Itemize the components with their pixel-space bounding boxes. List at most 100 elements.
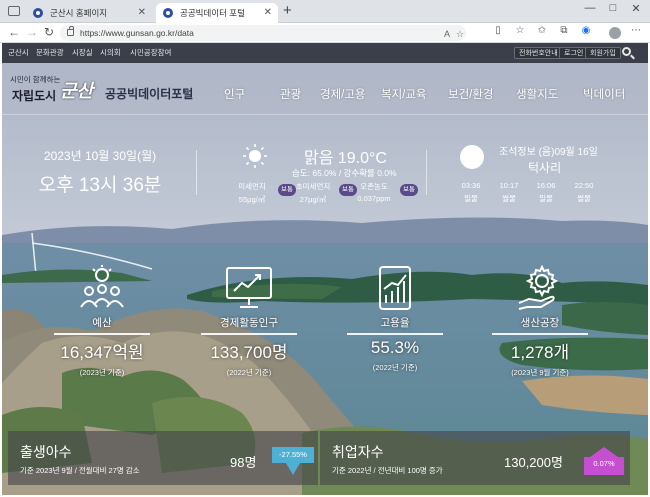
stat-note: (2022년 기준) <box>372 363 418 372</box>
tide-time: 16:06 <box>536 181 556 190</box>
browser-tab-portal[interactable]: 공공빅데이터 포털 ✕ <box>156 3 278 23</box>
gunsan-favicon-icon <box>33 8 43 18</box>
stat-employment-rate[interactable]: 고용율 55.3% (2022년 기준) <box>325 265 465 373</box>
browser-tab-homepage[interactable]: 군산시 홈페이지 ✕ <box>26 3 152 23</box>
stat-label: 고용율 <box>380 317 410 329</box>
aq-label: 초미세먼지 <box>295 182 331 191</box>
tide-entry: 03:36 밀물 <box>451 181 491 207</box>
gear-hand-icon <box>518 265 559 310</box>
air-quality-ozone: 오존농도 0.037ppm 보통 <box>346 181 418 203</box>
more-menu-icon[interactable]: ⋯ <box>628 25 644 36</box>
presentation-icon <box>226 267 272 308</box>
forward-icon[interactable]: → <box>24 25 40 39</box>
login-button[interactable]: 로그인 <box>559 47 589 59</box>
menu-item-economy[interactable]: 경제/고용 <box>320 86 366 102</box>
change-value: 0.07% <box>593 459 615 468</box>
collections-icon[interactable]: ☆ <box>512 25 528 36</box>
tide-type: 밀물 <box>539 194 553 203</box>
divider <box>196 150 197 195</box>
change-value: -27.55% <box>279 450 307 459</box>
tab-label: 공공빅데이터 포털 <box>180 8 245 18</box>
back-icon[interactable]: ← <box>6 25 22 39</box>
close-tab-icon[interactable]: ✕ <box>138 3 146 23</box>
divider <box>201 333 297 335</box>
aq-value: 0.037ppm <box>357 194 391 203</box>
panel-employed[interactable]: 취업자수 기준 2022년 / 전년대비 100명 증가 130,200명 0.… <box>320 431 630 485</box>
favorite-star-icon[interactable]: ☆ <box>456 26 464 42</box>
phone-directory-button[interactable]: 전화번호안내 <box>514 47 563 59</box>
panel-births[interactable]: 출생아수 기준 2023년 9월 / 전월대비 27명 감소 98명 -27.5… <box>8 431 318 485</box>
tide-entry: 16:06 밀물 <box>526 181 566 207</box>
panel-title: 출생아수 <box>20 444 72 460</box>
gunsan-logo[interactable]: 군산 <box>60 77 93 103</box>
people-idea-icon <box>80 265 124 308</box>
tide-entry: 22:50 썰물 <box>564 181 604 207</box>
profile-avatar[interactable] <box>609 27 621 39</box>
info-row: 2023년 10월 30일(월) 오후 13시 36분 맑음 19.0°C 습도… <box>2 115 648 215</box>
menu-item-tourism[interactable]: 관광 <box>280 86 301 102</box>
sun-icon <box>243 144 267 168</box>
tab-actions-icon[interactable] <box>8 6 20 16</box>
stat-label: 생산공장 <box>520 317 560 329</box>
signup-button[interactable]: 회원가입 <box>585 47 621 59</box>
weather-detail: 습도: 65.0% / 강수확률 0.0% <box>292 168 397 178</box>
logo-city: 자립도시 <box>12 89 57 103</box>
change-up-badge: 0.07% <box>584 447 624 475</box>
util-link-gunsan[interactable]: 군산시 <box>8 43 29 63</box>
extensions-icon[interactable]: ⧉ <box>556 25 572 36</box>
aq-status-badge: 보통 <box>400 184 418 196</box>
menu-item-bigdata[interactable]: 빅데이터 <box>583 86 625 102</box>
weather-condition: 맑음 19.0°C <box>304 150 387 167</box>
stat-label: 예산 <box>92 317 112 329</box>
util-link-participation[interactable]: 시민공장참여 <box>130 43 171 63</box>
aq-label: 미세먼지 <box>238 182 266 191</box>
lock-icon <box>67 26 74 36</box>
main-navigation: 시민이 함께하는 자립도시 군산 공공빅데이터포털 인구 관광 경제/고용 복지… <box>2 63 648 115</box>
favorites-icon[interactable]: ✩ <box>534 25 550 36</box>
stat-value: 16,347억원 <box>60 343 144 362</box>
divider <box>426 150 427 195</box>
stat-factories[interactable]: 생산공장 1,278개 (2023년 9월 기준) <box>470 265 610 378</box>
util-link-mayor[interactable]: 시장실 <box>72 43 93 63</box>
stat-budget[interactable]: 예산 16,347억원 (2023년 기준) <box>32 265 172 378</box>
tide-entry: 10:17 썰물 <box>489 181 529 207</box>
close-window-button[interactable]: ✕ <box>626 2 646 15</box>
stat-value: 1,278개 <box>510 343 570 362</box>
split-screen-icon[interactable]: ▯ <box>490 25 506 36</box>
aq-label: 오존농도 <box>360 182 388 191</box>
menu-item-welfare[interactable]: 복지/교육 <box>381 86 427 102</box>
website-viewport: 군산시 문화관광 시장실 시의회 시민공장참여 전화번호안내 로그인 회원가입 … <box>2 43 648 495</box>
util-link-council[interactable]: 시의회 <box>100 43 121 63</box>
stat-economic-population[interactable]: 경제활동인구 133,700명 (2022년 기준) <box>179 265 319 378</box>
refresh-icon[interactable]: ↻ <box>41 25 57 39</box>
close-tab-icon[interactable]: ✕ <box>264 3 272 23</box>
stat-note: (2022년 기준) <box>226 368 272 377</box>
menu-item-living-map[interactable]: 생활지도 <box>516 86 558 102</box>
current-time: 오후 13시 36분 <box>38 175 162 196</box>
panel-value: 130,200명 <box>504 455 563 470</box>
menu-item-population[interactable]: 인구 <box>224 86 245 102</box>
change-down-badge: -27.55% <box>272 447 314 475</box>
gunsan-favicon-icon <box>163 8 173 18</box>
new-tab-button[interactable]: + <box>283 2 292 19</box>
tide-time: 03:36 <box>461 181 481 190</box>
logo-slogan: 시민이 함께하는 <box>10 75 61 84</box>
current-date: 2023년 10월 30일(월) <box>43 149 157 163</box>
utility-bar: 군산시 문화관광 시장실 시의회 시민공장참여 전화번호안내 로그인 회원가입 <box>2 43 648 63</box>
panel-subtitle: 기준 2023년 9월 / 전월대비 27명 감소 <box>20 466 140 475</box>
menu-item-health[interactable]: 보건/환경 <box>448 86 494 102</box>
stat-label: 경제활동인구 <box>220 317 278 329</box>
maximize-button[interactable]: □ <box>603 2 623 14</box>
edge-copilot-icon[interactable]: ◉ <box>578 25 594 36</box>
stat-note: (2023년 9월 기준) <box>511 368 569 377</box>
portal-title[interactable]: 공공빅데이터포털 <box>105 85 193 102</box>
minimize-button[interactable]: — <box>580 2 600 14</box>
stat-note: (2023년 기준) <box>79 368 125 377</box>
read-aloud-icon[interactable]: A <box>444 26 450 42</box>
tide-time: 10:17 <box>499 181 519 190</box>
url-text: https://www.gunsan.go.kr/data <box>80 28 194 38</box>
url-field[interactable]: https://www.gunsan.go.kr/data A ☆ <box>60 25 466 41</box>
panel-value: 98명 <box>230 455 257 470</box>
util-link-culture-tourism[interactable]: 문화관광 <box>36 43 64 63</box>
search-icon[interactable] <box>622 47 631 56</box>
